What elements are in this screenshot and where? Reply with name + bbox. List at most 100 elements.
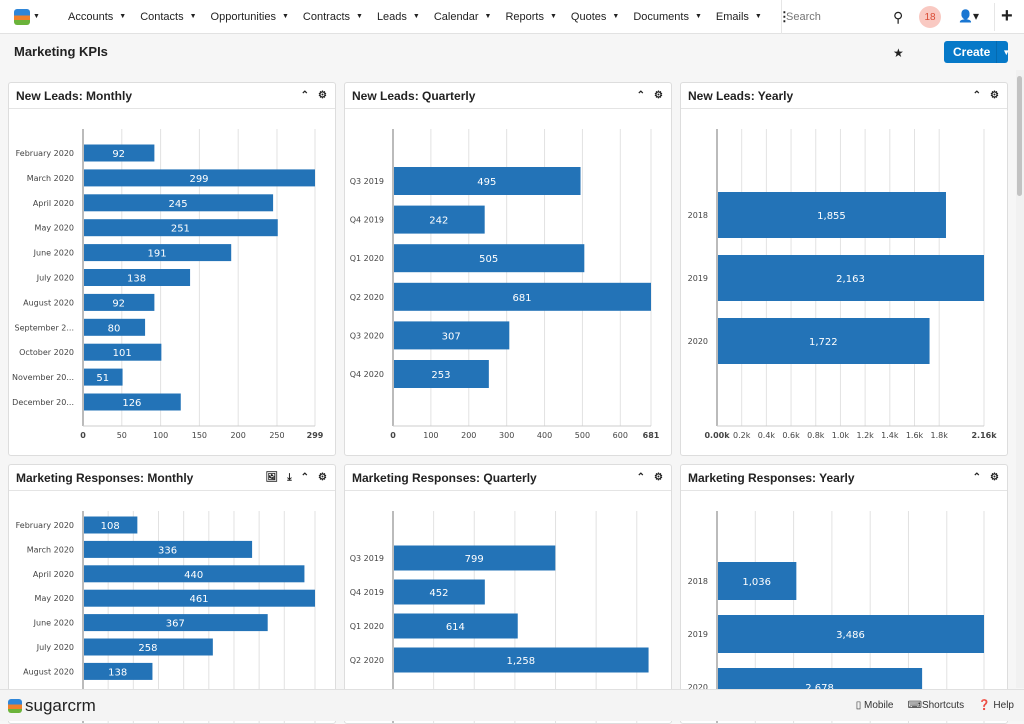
shortcuts-label: Shortcuts	[921, 700, 965, 711]
bar-value-label: 253	[431, 370, 450, 381]
gear-icon[interactable]: ⚙	[318, 472, 327, 483]
bar-value-label: 251	[171, 224, 190, 235]
bar-value-label: 299	[189, 174, 208, 185]
x-tick-label: 1.0k	[832, 431, 850, 440]
image-export-icon[interactable]: 🖼	[266, 472, 279, 483]
nav-item-documents[interactable]: Documents ▼	[633, 11, 702, 23]
nav-item-label: Contacts	[140, 10, 184, 23]
mobile-link[interactable]: ▯ Mobile	[856, 700, 894, 711]
footer: sugarcrm ▯ Mobile ⌨Shortcuts ❓ Help	[0, 689, 1024, 721]
y-category-label: March 2020	[27, 174, 74, 183]
quick-create-icon[interactable]: +	[994, 3, 1013, 31]
bar-value-label: 440	[184, 570, 203, 581]
nav-item-emails[interactable]: Emails ▼	[716, 11, 762, 23]
x-tick-label: 0.4k	[758, 431, 776, 440]
collapse-icon[interactable]: ⌃	[301, 90, 309, 101]
notifications-badge[interactable]: 18	[919, 6, 941, 28]
y-category-label: April 2020	[33, 199, 74, 208]
search-icon[interactable]: ⚲	[893, 9, 903, 26]
bar-value-label: 367	[166, 619, 185, 630]
bar-value-label: 126	[122, 398, 141, 409]
y-category-label: June 2020	[33, 249, 74, 258]
chevron-down-icon: ▼	[119, 13, 127, 20]
x-tick-label: 681	[643, 431, 660, 440]
nav-item-label: Calendar	[433, 10, 479, 23]
y-category-label: December 20...	[12, 398, 74, 407]
nav-item-quotes[interactable]: Quotes ▼	[571, 11, 619, 23]
collapse-icon[interactable]: ⌃	[637, 472, 645, 483]
x-tick-label: 250	[269, 431, 284, 440]
chevron-down-icon: ▼	[549, 13, 557, 20]
keyboard-icon: ⌨	[907, 700, 922, 711]
dashlet-0: New Leads: Monthly ⌃ ⚙ 0 50 100 150 200 250 299 92…	[8, 82, 336, 456]
user-menu-icon[interactable]: 👤▾	[958, 9, 979, 23]
nav-item-contacts[interactable]: Contacts ▼	[140, 11, 196, 23]
y-category-label: Q4 2019	[350, 588, 384, 597]
y-category-label: 2020	[688, 337, 708, 346]
app-logo-menu[interactable]: ▼	[14, 8, 44, 25]
collapse-icon[interactable]: ⌃	[973, 472, 981, 483]
x-tick-label: 200	[461, 431, 476, 440]
sugar-cube-icon	[14, 8, 30, 25]
dashlet-header: New Leads: Yearly ⌃ ⚙	[681, 83, 1007, 109]
nav-item-opportunities[interactable]: Opportunities ▼	[211, 11, 289, 23]
shortcuts-link[interactable]: ⌨Shortcuts	[908, 700, 965, 711]
dashlet-5: Marketing Responses: Yearly ⌃ ⚙ 1,036 2018 3,…	[680, 464, 1008, 724]
y-category-label: Q4 2019	[350, 216, 384, 225]
nav-item-calendar[interactable]: Calendar ▼	[434, 11, 492, 23]
bar-value-label: 242	[429, 216, 448, 227]
help-link[interactable]: ❓ Help	[978, 700, 1014, 711]
gear-icon[interactable]: ⚙	[654, 472, 663, 483]
x-tick-label: 150	[192, 431, 207, 440]
chevron-down-icon[interactable]: ▼	[997, 48, 1010, 57]
x-tick-label: 300	[499, 431, 514, 440]
x-tick-label: 0.00k	[704, 431, 730, 440]
nav-item-reports[interactable]: Reports ▼	[505, 11, 556, 23]
create-button[interactable]: Create ▼	[944, 41, 1010, 63]
bar-value-label: 92	[112, 298, 125, 309]
bar-value-label: 1,722	[809, 337, 838, 348]
nav-item-contracts[interactable]: Contracts ▼	[303, 11, 363, 23]
chevron-down-icon: ▼	[356, 13, 363, 20]
dashlet-4: Marketing Responses: Quarterly ⌃ ⚙ 799 Q3 20…	[344, 464, 672, 724]
create-label: Create	[944, 41, 998, 63]
nav-item-label: Documents	[633, 10, 689, 23]
y-category-label: February 2020	[16, 149, 74, 158]
bar-chart: 0 100 200 300 400 500 600 681 495 Q3 2019 242 Q4 20…	[350, 129, 660, 440]
x-tick-label: 0	[80, 431, 86, 440]
x-tick-label: 0.6k	[782, 431, 800, 440]
favorite-star-icon[interactable]: ★	[893, 46, 904, 60]
gear-icon[interactable]: ⚙	[990, 90, 999, 101]
gear-icon[interactable]: ⚙	[990, 472, 999, 483]
x-tick-label: 1.2k	[856, 431, 874, 440]
x-tick-label: 50	[117, 431, 127, 440]
x-tick-label: 1.8k	[931, 431, 949, 440]
search-input[interactable]	[786, 11, 891, 23]
dashlet-title: Marketing Responses: Yearly	[688, 470, 855, 485]
scrollbar-thumb[interactable]	[1017, 76, 1022, 196]
gear-icon[interactable]: ⚙	[318, 90, 327, 101]
y-category-label: November 20...	[12, 373, 74, 382]
x-tick-label: 1.4k	[881, 431, 899, 440]
y-category-label: 2019	[688, 630, 708, 639]
x-tick-label: 400	[537, 431, 552, 440]
dashlet-header: Marketing Responses: Quarterly ⌃ ⚙	[345, 465, 671, 491]
dashlet-2: New Leads: Yearly ⌃ ⚙ 0.00k 0.2k 0.4k 0.6k 0.8k…	[680, 82, 1008, 456]
download-icon[interactable]: ⤓	[287, 472, 291, 483]
y-category-label: October 2020	[19, 348, 74, 357]
collapse-icon[interactable]: ⌃	[301, 472, 309, 483]
y-category-label: 2019	[688, 274, 708, 283]
page-title: Marketing KPIs	[14, 44, 108, 59]
nav-item-leads[interactable]: Leads ▼	[377, 11, 420, 23]
dashlet-header: New Leads: Monthly ⌃ ⚙	[9, 83, 335, 109]
nav-item-label: Reports	[505, 10, 544, 23]
page-scrollbar[interactable]	[1016, 70, 1024, 688]
gear-icon[interactable]: ⚙	[654, 90, 663, 101]
collapse-icon[interactable]: ⌃	[637, 90, 645, 101]
nav-item-accounts[interactable]: Accounts ▼	[68, 11, 126, 23]
bar-value-label: 80	[108, 323, 121, 334]
y-category-label: July 2020	[36, 274, 74, 283]
collapse-icon[interactable]: ⌃	[973, 90, 981, 101]
dashlet-title: New Leads: Monthly	[16, 88, 133, 103]
bar-value-label: 495	[477, 177, 496, 188]
